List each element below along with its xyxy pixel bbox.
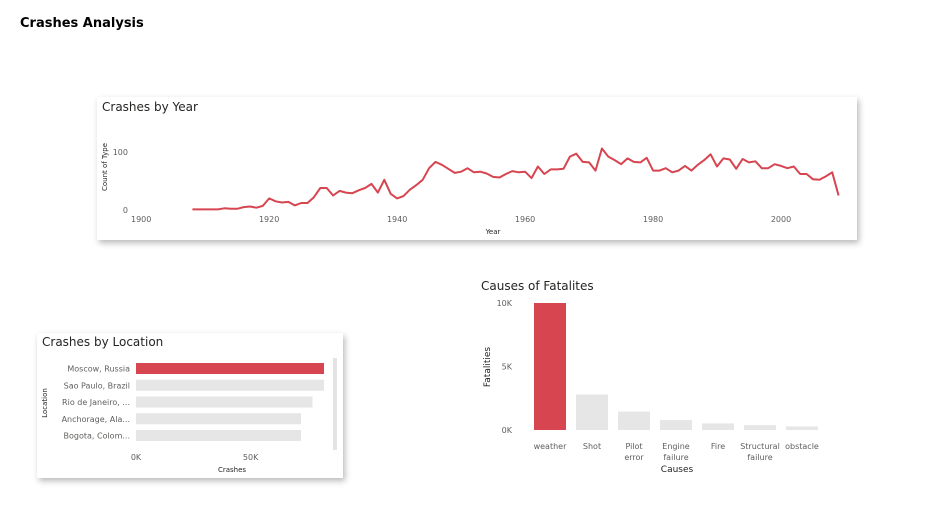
category-label: Fire — [711, 442, 725, 451]
crashes-by-location-card[interactable]: Crashes by Location Moscow, Russia Sao Pa… — [37, 333, 343, 478]
category-label: failure — [663, 453, 688, 462]
page-title: Crashes Analysis — [20, 16, 144, 31]
causes-of-fatalites-chart[interactable]: 0K 5K 10K weather Shot Pilot error Engine failur… — [470, 292, 830, 492]
series-line — [192, 147, 840, 211]
y-tick-label: 5K — [502, 363, 513, 372]
category-label: Anchorage, Ala... — [62, 415, 130, 424]
x-axis-label: Crashes — [218, 466, 246, 474]
category-label: obstacle — [785, 442, 819, 451]
crashes-by-year-chart[interactable]: 1900 1920 1940 1960 1980 2000 0 100 Year Count of… — [97, 97, 857, 240]
y-tick-label: 100 — [113, 148, 128, 157]
category-label: Bogota, Colom... — [64, 432, 131, 441]
crashes-by-location-chart[interactable]: Moscow, Russia Sao Paulo, Brazil Rio de Ja… — [37, 333, 343, 478]
causes-of-fatalites-title: Causes of Fatalites — [481, 279, 594, 293]
bar — [136, 430, 302, 441]
category-label: Rio de Janeiro, ... — [62, 398, 130, 407]
bar — [786, 426, 818, 430]
x-axis-label: Year — [485, 228, 501, 236]
x-tick-label: 50K — [243, 453, 259, 462]
bar — [136, 396, 313, 408]
y-axis-label: Location — [41, 388, 49, 418]
bar — [744, 425, 776, 430]
x-tick-label: 2000 — [771, 215, 791, 224]
x-tick-label: 1900 — [131, 215, 151, 224]
x-tick-label: 1980 — [643, 215, 663, 224]
x-tick-label: 1920 — [259, 215, 279, 224]
x-tick-label: 0K — [131, 453, 142, 462]
y-tick-label: 10K — [497, 299, 513, 308]
y-tick-label: 0 — [123, 206, 128, 215]
bar — [136, 363, 324, 374]
bar — [618, 411, 650, 430]
crashes-by-year-card[interactable]: Crashes by Year 1900 1920 1940 1960 1980 2000… — [97, 97, 857, 240]
category-label: error — [624, 453, 644, 462]
category-label: Moscow, Russia — [67, 365, 130, 374]
category-label: Sao Paulo, Brazil — [64, 381, 130, 390]
bar — [702, 423, 734, 430]
y-axis-label: Fatalities — [483, 347, 493, 387]
bar — [576, 394, 608, 430]
x-tick-label: 1940 — [387, 215, 407, 224]
category-label: failure — [747, 453, 772, 462]
category-label: Shot — [583, 442, 601, 451]
y-axis-label: Count of Type — [101, 143, 109, 191]
bar — [660, 420, 692, 430]
x-axis-label: Causes — [661, 465, 694, 475]
category-label: Pilot — [625, 442, 642, 451]
scrollbar[interactable] — [333, 358, 337, 450]
y-tick-label: 0K — [502, 426, 513, 435]
category-label: weather — [534, 442, 567, 451]
bar — [136, 413, 302, 425]
category-label: Structural — [740, 442, 780, 451]
x-tick-label: 1960 — [515, 215, 535, 224]
bar — [136, 379, 324, 391]
category-label: Engine — [662, 442, 689, 451]
bar — [534, 303, 566, 430]
